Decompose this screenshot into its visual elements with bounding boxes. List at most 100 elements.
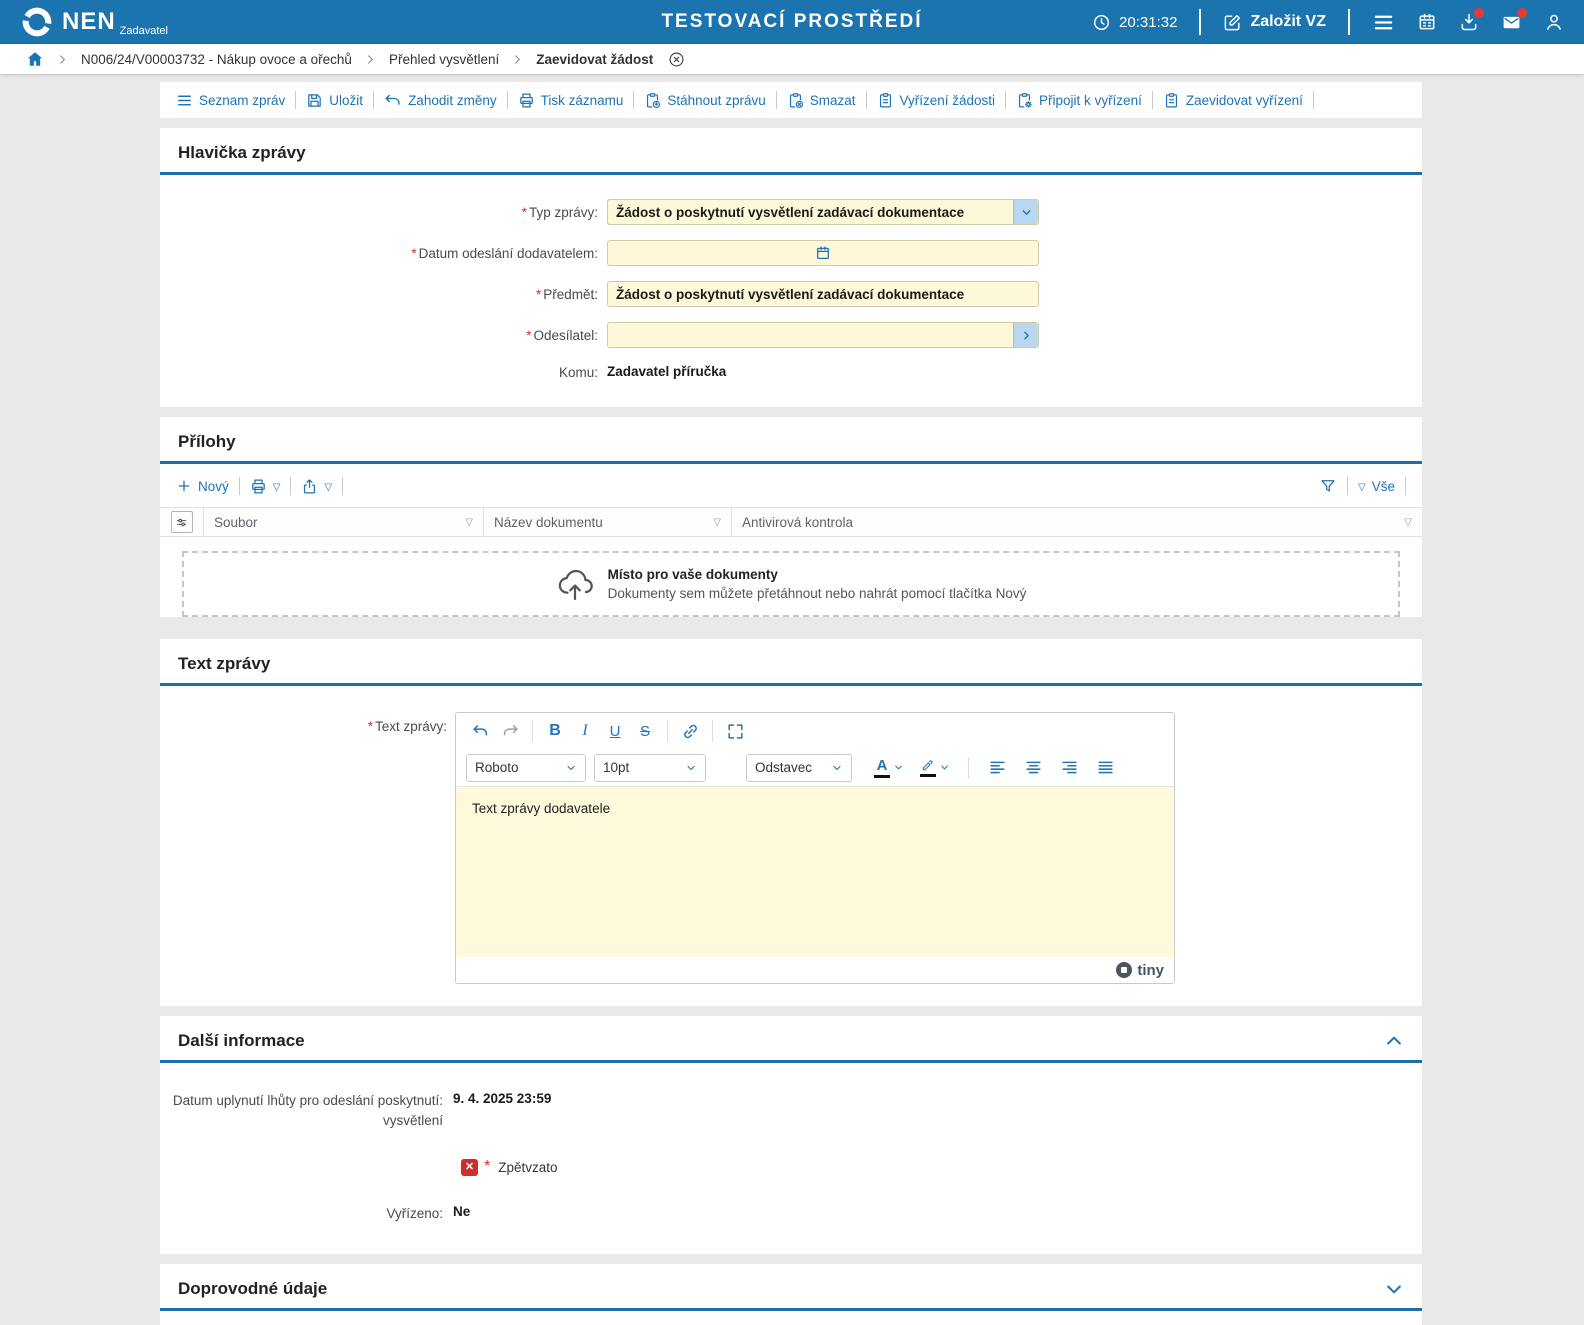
predmet-input[interactable]: Žádost o poskytnutí vysvětlení zadávací … xyxy=(607,281,1039,307)
divider xyxy=(1152,91,1153,109)
nen-logo-icon xyxy=(20,5,54,39)
align-justify-button[interactable] xyxy=(1091,754,1119,782)
sort-arrow-icon[interactable]: ▽ xyxy=(465,517,473,528)
unchecked-x-icon[interactable]: ✕ xyxy=(461,1159,478,1176)
list-icon xyxy=(176,92,193,109)
clipboard-icon xyxy=(877,92,894,109)
column-header-soubor[interactable]: Soubor ▽ xyxy=(204,508,484,536)
smazat-button[interactable]: Smazat xyxy=(787,92,856,109)
info-row-datum-lhuty: Datum uplynutí lhůty pro odeslání poskyt… xyxy=(160,1091,1422,1130)
align-center-button[interactable] xyxy=(1019,754,1047,782)
sort-arrow-icon[interactable]: ▽ xyxy=(1404,517,1412,528)
link-button[interactable] xyxy=(676,717,704,745)
section-hlavicka-zpravy: Hlavička zprávy *Typ zprávy: Žádost o po… xyxy=(160,128,1422,407)
undo-button[interactable] xyxy=(466,717,494,745)
sort-arrow-icon[interactable]: ▽ xyxy=(713,517,721,528)
divider xyxy=(1347,477,1348,495)
breadcrumb-item-zakazka[interactable]: N006/24/V00003732 - Nákup ovoce a ořechů xyxy=(81,52,352,67)
seznam-zprav-button[interactable]: Seznam zpráv xyxy=(176,92,285,109)
section-body-cropped xyxy=(160,1311,1422,1325)
section-title: Přílohy xyxy=(178,432,236,452)
stahnout-zpravu-button[interactable]: Stáhnout zprávu xyxy=(644,92,765,109)
notification-dot xyxy=(1474,8,1484,18)
clock-icon xyxy=(1092,13,1111,32)
highlight-color-button[interactable] xyxy=(920,758,950,777)
editor-statusbar: tiny xyxy=(456,957,1174,983)
text-color-button[interactable]: A xyxy=(874,758,904,778)
file-dropzone[interactable]: Místo pro vaše dokumenty Dokumenty sem m… xyxy=(182,551,1400,617)
divider xyxy=(290,477,291,495)
bold-button[interactable]: B xyxy=(541,717,569,745)
field-label: *Text zprávy: xyxy=(160,712,455,984)
underline-button[interactable]: U xyxy=(601,717,629,745)
home-icon[interactable] xyxy=(26,50,44,68)
rich-text-editor: B I U S xyxy=(455,712,1175,984)
tisk-zaznamu-button[interactable]: Tisk záznamu xyxy=(518,92,624,109)
zalozit-vz-button[interactable]: Založit VZ xyxy=(1223,13,1326,32)
chevron-down-icon[interactable] xyxy=(1013,200,1038,224)
editor-content-area[interactable]: Text zprávy dodavatele xyxy=(456,787,1174,957)
divider xyxy=(1005,91,1006,109)
field-row-datum-odeslani: *Datum odeslání dodavatelem: xyxy=(160,240,1422,266)
pripojit-k-vyrizeni-button[interactable]: Připojit k vyřízení xyxy=(1016,92,1142,109)
print-attachments-button[interactable]: ▽ xyxy=(250,478,281,495)
dropzone-title: Místo pro vaše dokumenty xyxy=(608,567,1027,582)
clipboard-download-icon xyxy=(644,92,661,109)
calendar-button[interactable] xyxy=(1417,12,1437,32)
menu-button[interactable] xyxy=(1372,11,1395,34)
dropdown-arrow-icon: ▽ xyxy=(324,482,332,493)
datum-odeslani-input[interactable] xyxy=(607,240,1039,266)
vyrizeni-zadosti-button[interactable]: Vyřízení žádosti xyxy=(877,92,996,109)
zahodit-zmeny-button[interactable]: Zahodit změny xyxy=(384,91,497,109)
novy-button[interactable]: Nový xyxy=(176,478,229,494)
chevron-right-icon[interactable] xyxy=(1013,323,1038,347)
chevron-down-icon xyxy=(939,762,950,773)
downloads-button[interactable] xyxy=(1459,12,1479,32)
zaevidovat-vyrizeni-button[interactable]: Zaevidovat vyřízení xyxy=(1163,92,1303,109)
redo-button[interactable] xyxy=(496,717,524,745)
messages-button[interactable] xyxy=(1501,12,1522,33)
dropdown-arrow-icon: ▽ xyxy=(273,482,281,493)
ulozit-button[interactable]: Uložit xyxy=(306,92,363,109)
align-left-button[interactable] xyxy=(983,754,1011,782)
komu-value: Zadavatel příručka xyxy=(607,364,726,379)
divider xyxy=(1199,9,1201,35)
chevron-right-icon xyxy=(365,54,376,65)
close-tab-icon[interactable] xyxy=(668,51,685,68)
expand-section-icon[interactable] xyxy=(1384,1279,1404,1299)
column-header-antivirova-kontrola[interactable]: Antivirová kontrola ▽ xyxy=(732,508,1422,536)
filter-button[interactable] xyxy=(1319,477,1337,495)
align-right-button[interactable] xyxy=(1055,754,1083,782)
user-button[interactable] xyxy=(1544,12,1564,32)
action-toolbar: Seznam zpráv Uložit Zahodit změny xyxy=(160,82,1422,118)
paragraph-style-select[interactable]: Odstavec xyxy=(746,754,852,782)
divider xyxy=(1348,9,1350,35)
field-row-odesilatel: *Odesílatel: xyxy=(160,322,1422,348)
breadcrumb-item-prehled[interactable]: Přehled vysvětlení xyxy=(389,52,499,67)
odesilatel-input[interactable] xyxy=(607,322,1039,348)
nen-logo[interactable]: NEN Zadavatel xyxy=(20,5,172,39)
typ-zpravy-select[interactable]: Žádost o poskytnutí vysvětlení zadávací … xyxy=(607,199,1039,225)
zpetvzato-label: Zpětvzato xyxy=(498,1160,557,1175)
divider xyxy=(633,91,634,109)
tiny-brand[interactable]: tiny xyxy=(1137,962,1164,979)
export-attachments-button[interactable]: ▽ xyxy=(301,478,332,495)
font-size-select[interactable]: 10pt xyxy=(594,754,706,782)
dropzone-subtitle: Dokumenty sem můžete přetáhnout nebo nah… xyxy=(608,586,1027,601)
sliders-icon[interactable] xyxy=(171,511,193,533)
vse-filter-button[interactable]: ▽ Vše xyxy=(1358,479,1395,494)
field-label: Vyřízeno: xyxy=(160,1204,452,1224)
save-icon xyxy=(306,92,323,109)
italic-button[interactable]: I xyxy=(571,717,599,745)
fullscreen-button[interactable] xyxy=(721,717,749,745)
datepicker-icon[interactable] xyxy=(815,245,831,261)
strikethrough-button[interactable]: S xyxy=(631,717,659,745)
tiny-logo-icon xyxy=(1116,962,1132,978)
chevron-down-icon xyxy=(893,762,904,773)
divider xyxy=(342,477,343,495)
collapse-section-icon[interactable] xyxy=(1384,1031,1404,1051)
chevron-right-icon xyxy=(512,54,523,65)
printer-icon xyxy=(250,478,267,495)
font-family-select[interactable]: Roboto xyxy=(466,754,586,782)
column-header-nazev-dokumentu[interactable]: Název dokumentu ▽ xyxy=(484,508,732,536)
